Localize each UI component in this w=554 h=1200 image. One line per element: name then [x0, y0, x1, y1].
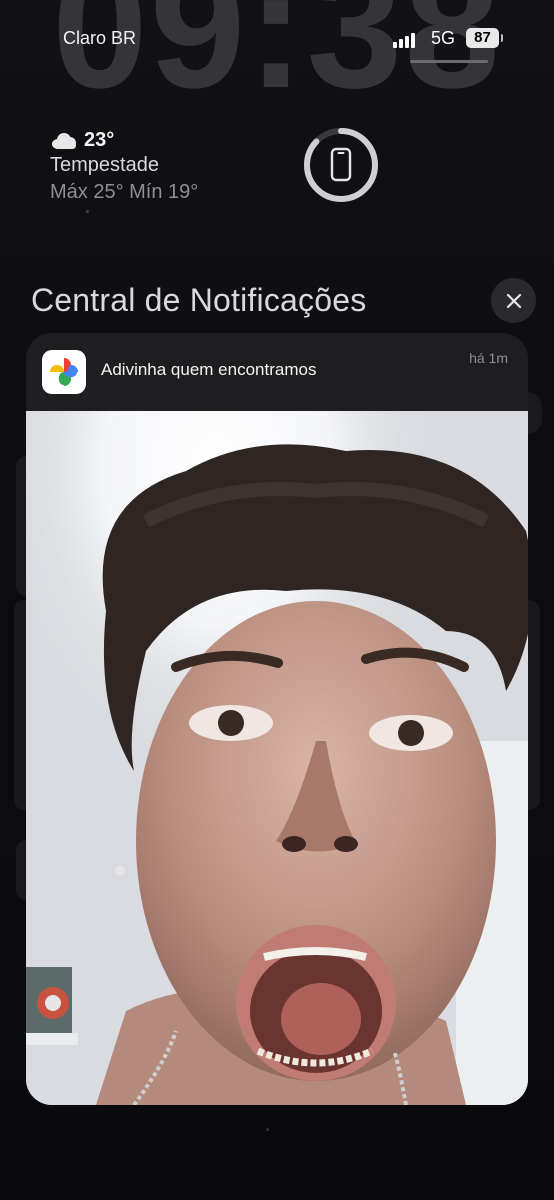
- weather-minmax: Máx 25° Mín 19°: [50, 181, 199, 203]
- notification-header: Adivinha quem encontramos há 1m: [26, 333, 528, 411]
- lock-screen: 09:38 Claro BR 5G 87 23° Tempestade Máx …: [0, 0, 554, 1200]
- weather-condition: Tempestade: [50, 154, 159, 176]
- battery-icon: 87: [466, 28, 503, 48]
- notification-time: há 1m: [469, 350, 508, 366]
- notification-title: Adivinha quem encontramos: [101, 360, 317, 379]
- notification-center-title: Central de Notificações: [31, 282, 367, 318]
- weather-temperature: 23°: [84, 128, 115, 151]
- status-divider: [410, 60, 488, 63]
- notification-card[interactable]: Adivinha quem encontramos há 1m: [26, 333, 528, 1105]
- bottom-dot: [266, 1128, 269, 1131]
- notification-photo[interactable]: [26, 411, 528, 1105]
- lock-clock: 09:38: [52, 0, 502, 124]
- network-label: 5G: [431, 28, 456, 48]
- google-photos-icon: [42, 350, 86, 394]
- page-dot: [86, 210, 89, 213]
- battery-ring-widget[interactable]: [302, 126, 380, 204]
- carrier-label: Claro BR: [63, 28, 137, 48]
- close-button[interactable]: [491, 278, 536, 323]
- signal-icon: [393, 32, 419, 48]
- phone-icon: [330, 147, 352, 182]
- weather-widget[interactable]: 23° Tempestade Máx 25° Mín 19°: [50, 128, 198, 204]
- close-icon: [506, 293, 521, 308]
- battery-ring-progress: [304, 128, 378, 202]
- status-bar: Claro BR 5G 87: [0, 24, 554, 54]
- cloud-icon: [50, 131, 78, 149]
